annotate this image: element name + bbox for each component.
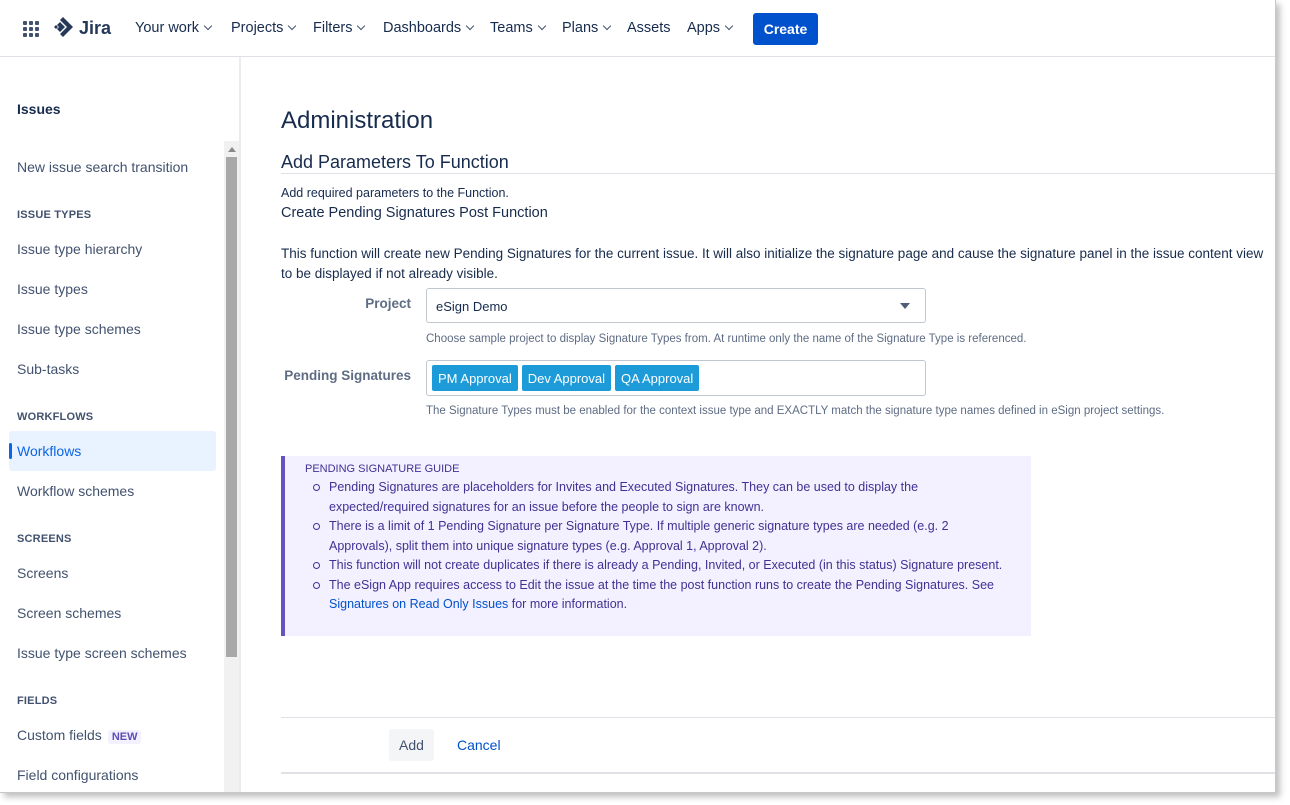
page-title: Administration [281, 107, 434, 134]
sidebar-item-screens[interactable]: Screens [17, 565, 68, 581]
nav-plans[interactable]: Plans [562, 20, 612, 36]
app-window: Jira Your work Projects Filters Dashboar… [0, 0, 1276, 793]
chevron-down-icon [724, 21, 734, 31]
pending-signature-guide: PENDING SIGNATURE GUIDE Pending Signatur… [281, 456, 1031, 636]
cancel-button[interactable]: Cancel [457, 737, 501, 753]
pending-signatures-label: Pending Signatures [284, 368, 411, 383]
sidebar-section-issue-types: ISSUE TYPES [17, 209, 92, 221]
nav-apps[interactable]: Apps [687, 20, 734, 36]
chevron-down-icon [288, 21, 297, 31]
guide-title: PENDING SIGNATURE GUIDE [305, 463, 460, 475]
sidebar-item-issue-type-hierarchy[interactable]: Issue type hierarchy [17, 241, 142, 257]
app-name: Jira [79, 17, 112, 38]
app-switcher-icon[interactable] [23, 21, 39, 37]
sidebar-item-issue-type-schemes[interactable]: Issue type schemes [17, 321, 141, 337]
footer-divider-bottom [281, 772, 1275, 774]
chevron-down-icon [465, 21, 475, 31]
nav-filters-label: Filters [313, 20, 353, 36]
nav-dashboards[interactable]: Dashboards [383, 20, 475, 36]
sidebar-item-workflows[interactable]: Workflows [17, 443, 81, 459]
tag-dev-approval[interactable]: Dev Approval [521, 365, 612, 391]
nav-apps-label: Apps [687, 20, 721, 36]
function-description: This function will create new Pending Si… [281, 246, 1264, 281]
read-only-issues-link[interactable]: Signatures on Read Only Issues [329, 597, 508, 611]
nav-filters[interactable]: Filters [313, 20, 366, 36]
nav-projects-label: Projects [231, 20, 284, 36]
sidebar-item-screen-schemes[interactable]: Screen schemes [17, 605, 121, 621]
section-divider [281, 173, 1275, 174]
sidebar-item-field-configurations[interactable]: Field configurations [17, 767, 138, 783]
new-badge: NEW [107, 730, 142, 744]
sidebar-scrollbar[interactable] [224, 141, 239, 792]
project-select-value: eSign Demo [436, 299, 508, 314]
nav-plans-label: Plans [562, 20, 599, 36]
pending-signatures-input[interactable]: PM Approval Dev Approval QA Approval [426, 360, 926, 396]
sidebar-item-new-issue-search[interactable]: New issue search transition [17, 159, 188, 175]
guide-item: There is a limit of 1 Pending Signature … [309, 517, 1009, 556]
sidebar-item-workflow-schemes[interactable]: Workflow schemes [17, 483, 134, 499]
sidebar: Issues New issue search transition ISSUE… [0, 57, 241, 792]
nav-your-work-label: Your work [135, 20, 199, 36]
guide-list: Pending Signatures are placeholders for … [309, 478, 1009, 615]
project-label: Project [365, 296, 411, 311]
nav-assets-label: Assets [627, 20, 671, 36]
chevron-down-icon [603, 21, 612, 31]
sidebar-item-custom-fields-label: Custom fields [17, 727, 102, 743]
dropdown-arrow-icon [900, 303, 910, 309]
section-description: Add required parameters to the Function. [281, 186, 509, 200]
create-button[interactable]: Create [753, 13, 818, 45]
sidebar-title: Issues [17, 101, 61, 117]
function-name: Create Pending Signatures Post Function [281, 205, 548, 221]
add-button[interactable]: Add [389, 729, 434, 761]
jira-logo-icon [54, 17, 73, 37]
main-content: Administration Add Parameters To Functio… [241, 57, 1275, 792]
footer-divider-top [281, 717, 1275, 718]
chevron-down-icon [537, 21, 546, 31]
tag-pm-approval[interactable]: PM Approval [432, 365, 518, 391]
guide-item: Pending Signatures are placeholders for … [309, 478, 1009, 517]
guide-item-suffix: for more information. [508, 597, 628, 611]
sidebar-item-custom-fields[interactable]: Custom fields NEW [17, 727, 142, 744]
nav-projects[interactable]: Projects [231, 20, 297, 36]
guide-item: The eSign App requires access to Edit th… [309, 576, 1009, 615]
tag-qa-approval[interactable]: QA Approval [615, 365, 700, 391]
pending-signatures-hint: The Signature Types must be enabled for … [426, 405, 1165, 417]
nav-assets[interactable]: Assets [627, 20, 671, 36]
project-hint: Choose sample project to display Signatu… [426, 333, 1027, 345]
nav-teams[interactable]: Teams [490, 20, 546, 36]
top-navigation: Jira Your work Projects Filters Dashboar… [0, 0, 1275, 57]
guide-item: This function will not create duplicates… [309, 556, 1009, 576]
sidebar-selected-indicator [9, 443, 12, 459]
sidebar-section-screens: SCREENS [17, 533, 72, 545]
nav-teams-label: Teams [490, 20, 533, 36]
sidebar-item-sub-tasks[interactable]: Sub-tasks [17, 361, 79, 377]
scroll-up-arrow-icon[interactable] [228, 147, 236, 152]
nav-dashboards-label: Dashboards [383, 20, 462, 36]
project-select[interactable]: eSign Demo [426, 288, 926, 323]
sidebar-item-issue-types[interactable]: Issue types [17, 281, 88, 297]
jira-logo[interactable]: Jira [52, 16, 111, 40]
sidebar-item-issue-type-screen-schemes[interactable]: Issue type screen schemes [17, 645, 187, 661]
nav-your-work[interactable]: Your work [135, 20, 213, 36]
guide-item-text: The eSign App requires access to Edit th… [329, 577, 994, 592]
sidebar-section-fields: FIELDS [17, 695, 58, 707]
scrollbar-thumb[interactable] [226, 157, 237, 657]
chevron-down-icon [203, 21, 213, 31]
chevron-down-icon [357, 21, 366, 31]
sidebar-section-workflows: WORKFLOWS [17, 411, 94, 423]
section-title: Add Parameters To Function [281, 152, 509, 172]
